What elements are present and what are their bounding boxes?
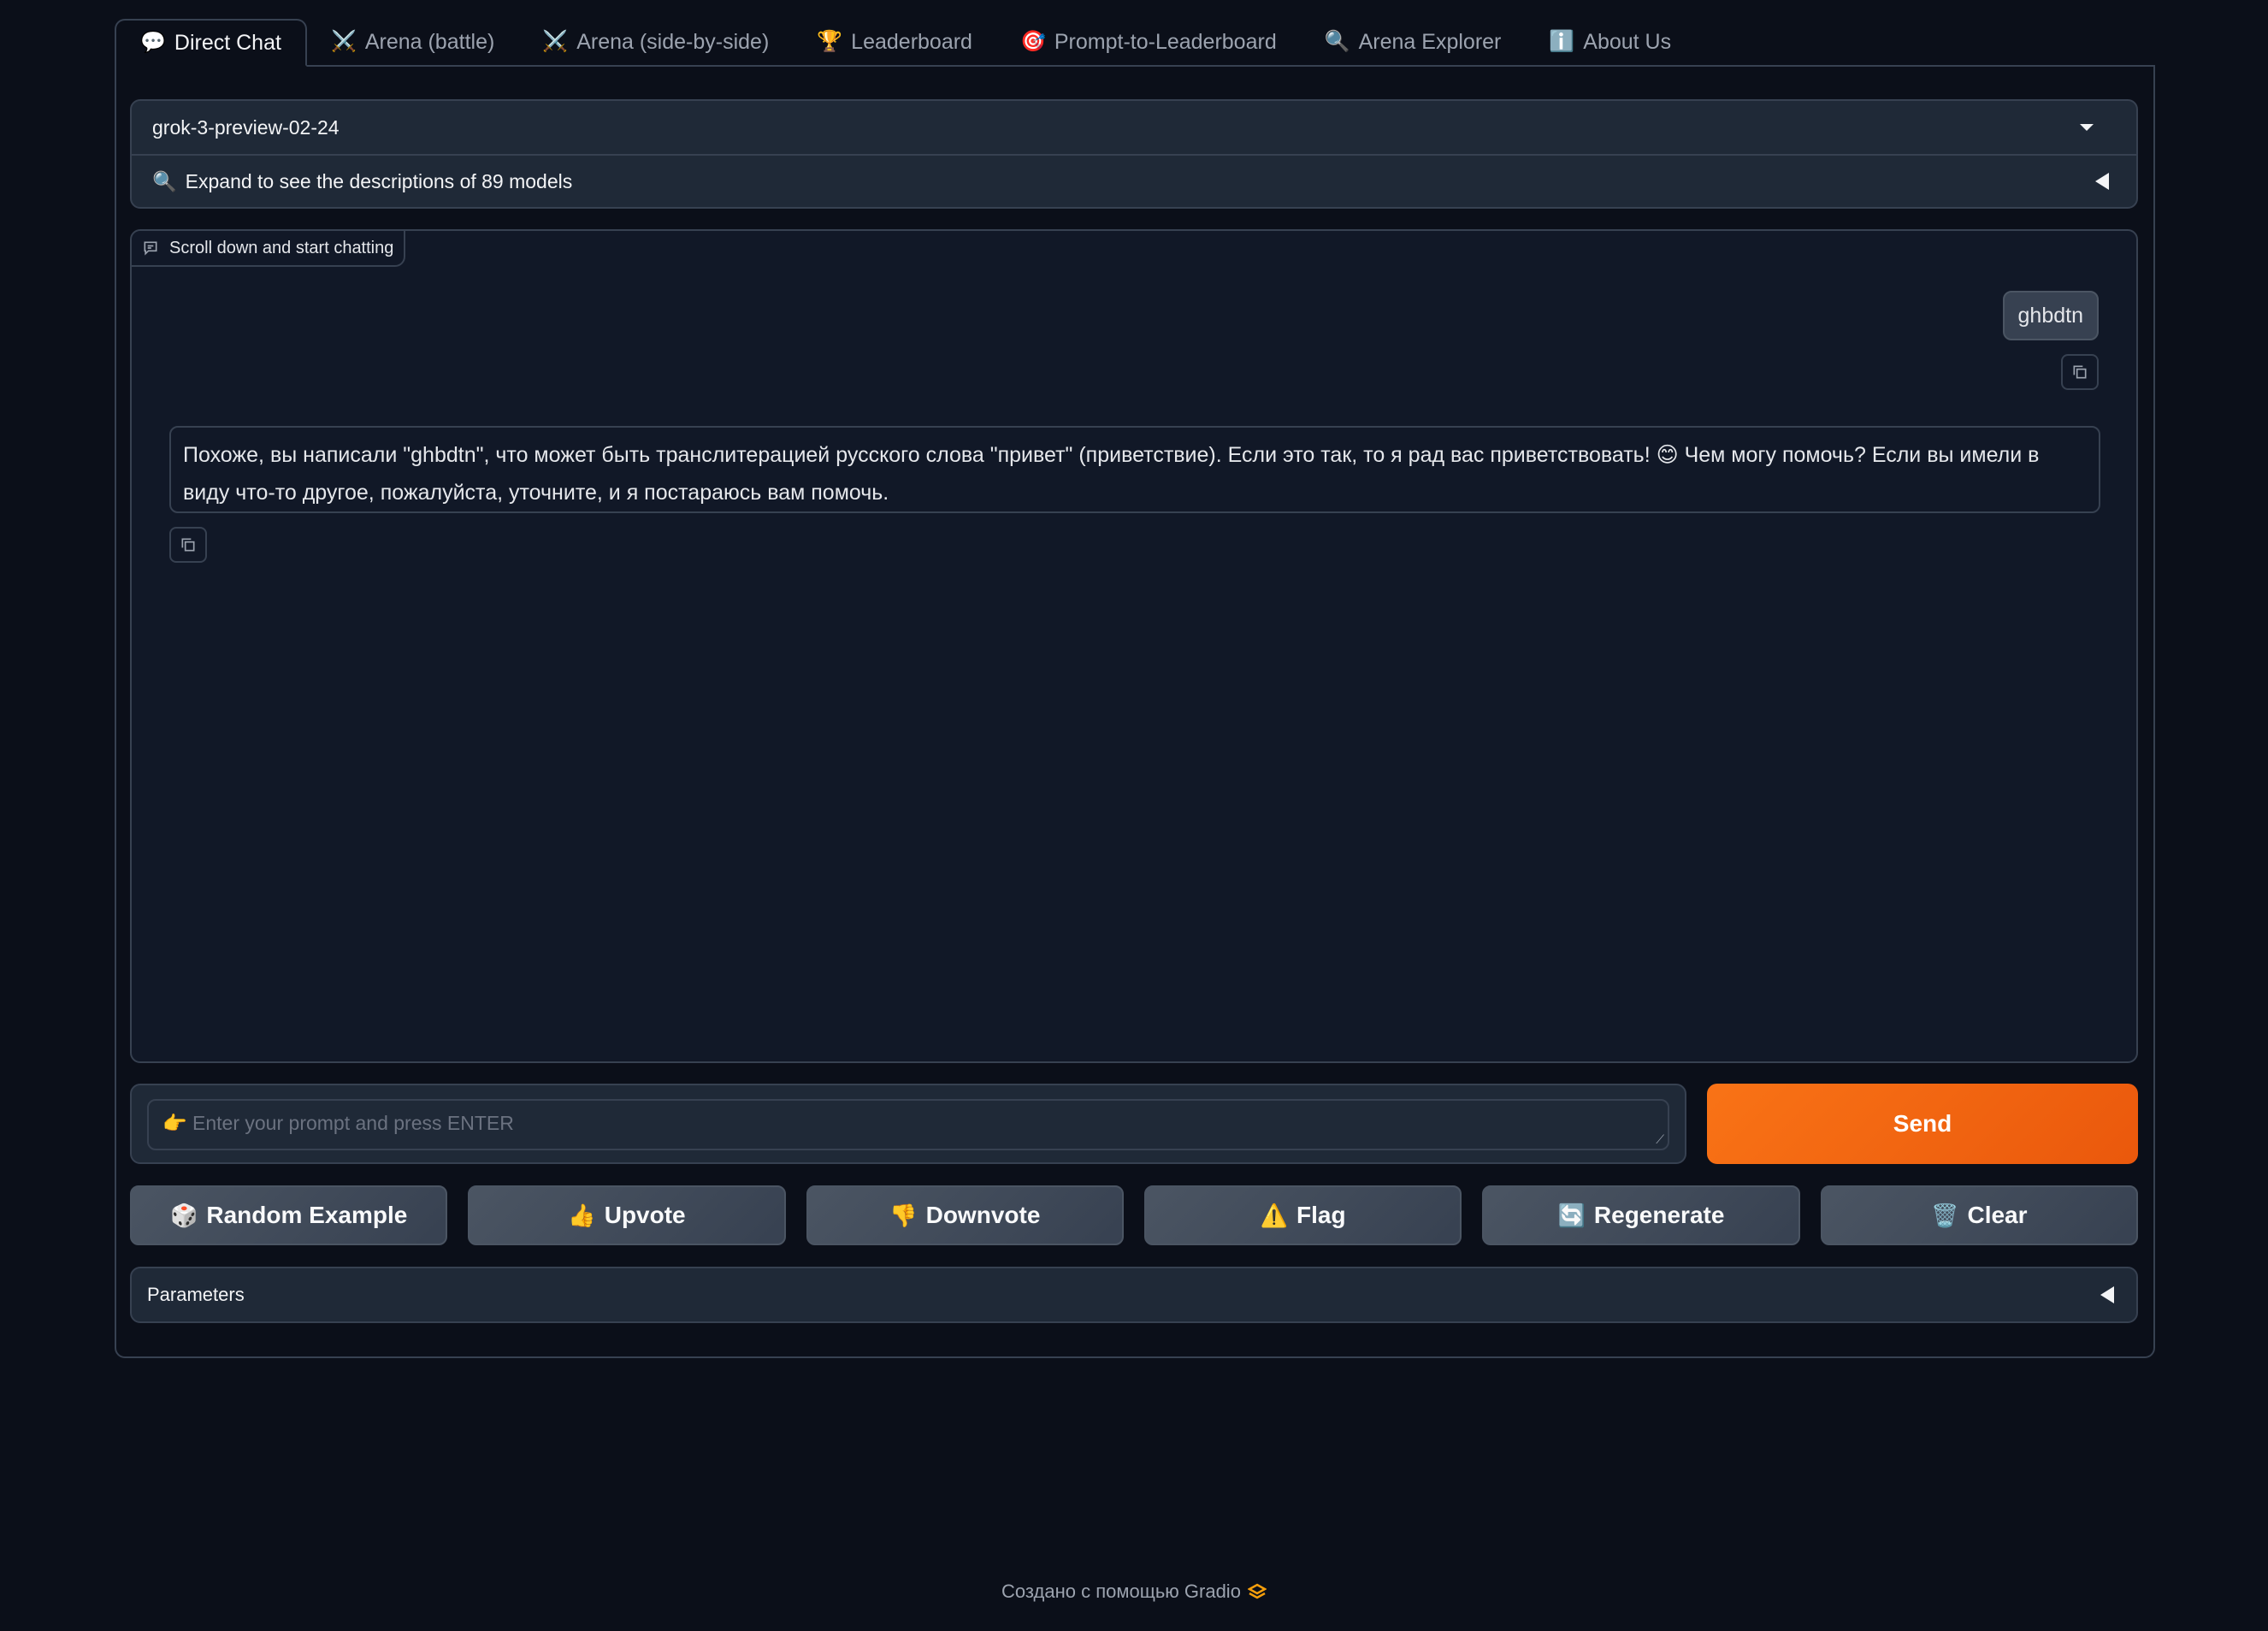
accordion-header: 🔍 Expand to see the descriptions of 89 m… (152, 170, 572, 193)
chat-icon (144, 241, 157, 256)
action-button-row: 🎲 Random Example 👍 Upvote 👎 Downvote ⚠️ … (130, 1185, 2138, 1245)
tab-about-us[interactable]: ℹ️ About Us (1525, 19, 1695, 65)
downvote-button[interactable]: 👎 Downvote (806, 1185, 1124, 1245)
button-label: Clear (1967, 1202, 2028, 1228)
tab-label: Direct Chat (174, 30, 281, 55)
chevron-down-icon (2080, 124, 2094, 131)
tab-direct-chat[interactable]: 💬 Direct Chat (115, 19, 307, 67)
magnifier-icon: 🔍 (152, 169, 177, 192)
collapse-arrow-icon (2095, 173, 2109, 190)
random-example-button[interactable]: 🎲 Random Example (130, 1185, 448, 1245)
model-selector-group: grok-3-preview-02-24 🔍 Expand to see the… (130, 99, 2138, 209)
prompt-input[interactable] (162, 1112, 1654, 1138)
regenerate-button[interactable]: 🔄 Regenerate (1482, 1185, 1800, 1245)
model-descriptions-accordion[interactable]: 🔍 Expand to see the descriptions of 89 m… (132, 154, 2136, 207)
copy-icon (181, 538, 195, 552)
button-label: Random Example (206, 1202, 408, 1228)
tab-label: Arena Explorer (1358, 29, 1502, 54)
tab-label: Prompt-to-Leaderboard (1054, 29, 1277, 54)
footer-text[interactable]: Создано с помощью Gradio (1001, 1581, 1241, 1603)
wastebasket-icon: 🗑️ (1931, 1202, 1959, 1228)
send-button[interactable]: Send (1707, 1084, 2138, 1164)
button-label: Downvote (925, 1202, 1041, 1228)
user-message-text: ghbdtn (2017, 303, 2083, 328)
target-icon: 🎯 (1019, 30, 1046, 53)
resize-handle-icon[interactable]: ⟋ (1656, 1132, 1664, 1147)
copy-user-message-button[interactable] (2061, 354, 2099, 390)
button-label: Upvote (604, 1202, 686, 1228)
assistant-message-text: Похоже, вы написали "ghbdtn", что может … (183, 443, 2040, 505)
tab-label: About Us (1583, 29, 1672, 54)
chatbot-label: Scroll down and start chatting (132, 231, 406, 267)
dice-icon: 🎲 (170, 1202, 198, 1228)
magnifier-icon: 🔍 (1324, 30, 1350, 53)
parameters-label: Parameters (147, 1284, 245, 1305)
tab-arena-explorer[interactable]: 🔍 Arena Explorer (1301, 19, 1526, 65)
model-dropdown-value: grok-3-preview-02-24 (152, 115, 340, 139)
upvote-button[interactable]: 👍 Upvote (468, 1185, 786, 1245)
warning-icon: ⚠️ (1260, 1202, 1289, 1228)
clear-button[interactable]: 🗑️ Clear (1820, 1185, 2138, 1245)
tab-arena-side-by-side[interactable]: ⚔️ Arena (side-by-side) (518, 19, 793, 65)
flag-button[interactable]: ⚠️ Flag (1143, 1185, 1462, 1245)
parameters-accordion[interactable]: Parameters (130, 1267, 2138, 1323)
footer: Создано с помощью Gradio (0, 1581, 2268, 1603)
refresh-icon: 🔄 (1557, 1202, 1586, 1228)
gradio-logo-icon (1247, 1583, 1267, 1599)
crossed-swords-icon: ⚔️ (542, 30, 569, 53)
trophy-icon: 🏆 (817, 30, 843, 53)
accordion-label: Expand to see the descriptions of 89 mod… (185, 169, 573, 192)
tab-prompt-to-leaderboard[interactable]: 🎯 Prompt-to-Leaderboard (996, 19, 1301, 65)
chatbot-label-text: Scroll down and start chatting (169, 238, 394, 257)
tab-label: Arena (battle) (364, 29, 495, 54)
prompt-input-box: ⟋ (147, 1099, 1669, 1150)
tab-arena-battle[interactable]: ⚔️ Arena (battle) (307, 19, 518, 65)
tab-label: Leaderboard (851, 29, 972, 54)
prompt-input-container: ⟋ (130, 1084, 1686, 1164)
page: 💬 Direct Chat ⚔️ Arena (battle) ⚔️ Arena… (0, 0, 2268, 1631)
assistant-message: Похоже, вы написали "ghbdtn", что может … (169, 426, 2100, 513)
copy-assistant-message-button[interactable] (169, 527, 207, 563)
model-dropdown[interactable]: grok-3-preview-02-24 (132, 101, 2136, 154)
info-icon: ℹ️ (1549, 30, 1575, 53)
button-label: Flag (1296, 1202, 1346, 1228)
tab-leaderboard[interactable]: 🏆 Leaderboard (793, 19, 996, 65)
collapse-arrow-icon (2100, 1286, 2114, 1303)
tab-bar: 💬 Direct Chat ⚔️ Arena (battle) ⚔️ Arena… (115, 19, 2155, 67)
chatbot: Scroll down and start chatting ghbdtn По… (130, 229, 2138, 1063)
copy-icon (2073, 365, 2087, 379)
tab-label: Arena (side-by-side) (576, 29, 770, 54)
thumbs-down-icon: 👎 (889, 1202, 918, 1228)
speech-bubble-icon: 💬 (140, 31, 166, 54)
user-message: ghbdtn (2002, 291, 2099, 340)
thumbs-up-icon: 👍 (568, 1202, 596, 1228)
button-label: Regenerate (1593, 1202, 1725, 1228)
crossed-swords-icon: ⚔️ (330, 30, 357, 53)
